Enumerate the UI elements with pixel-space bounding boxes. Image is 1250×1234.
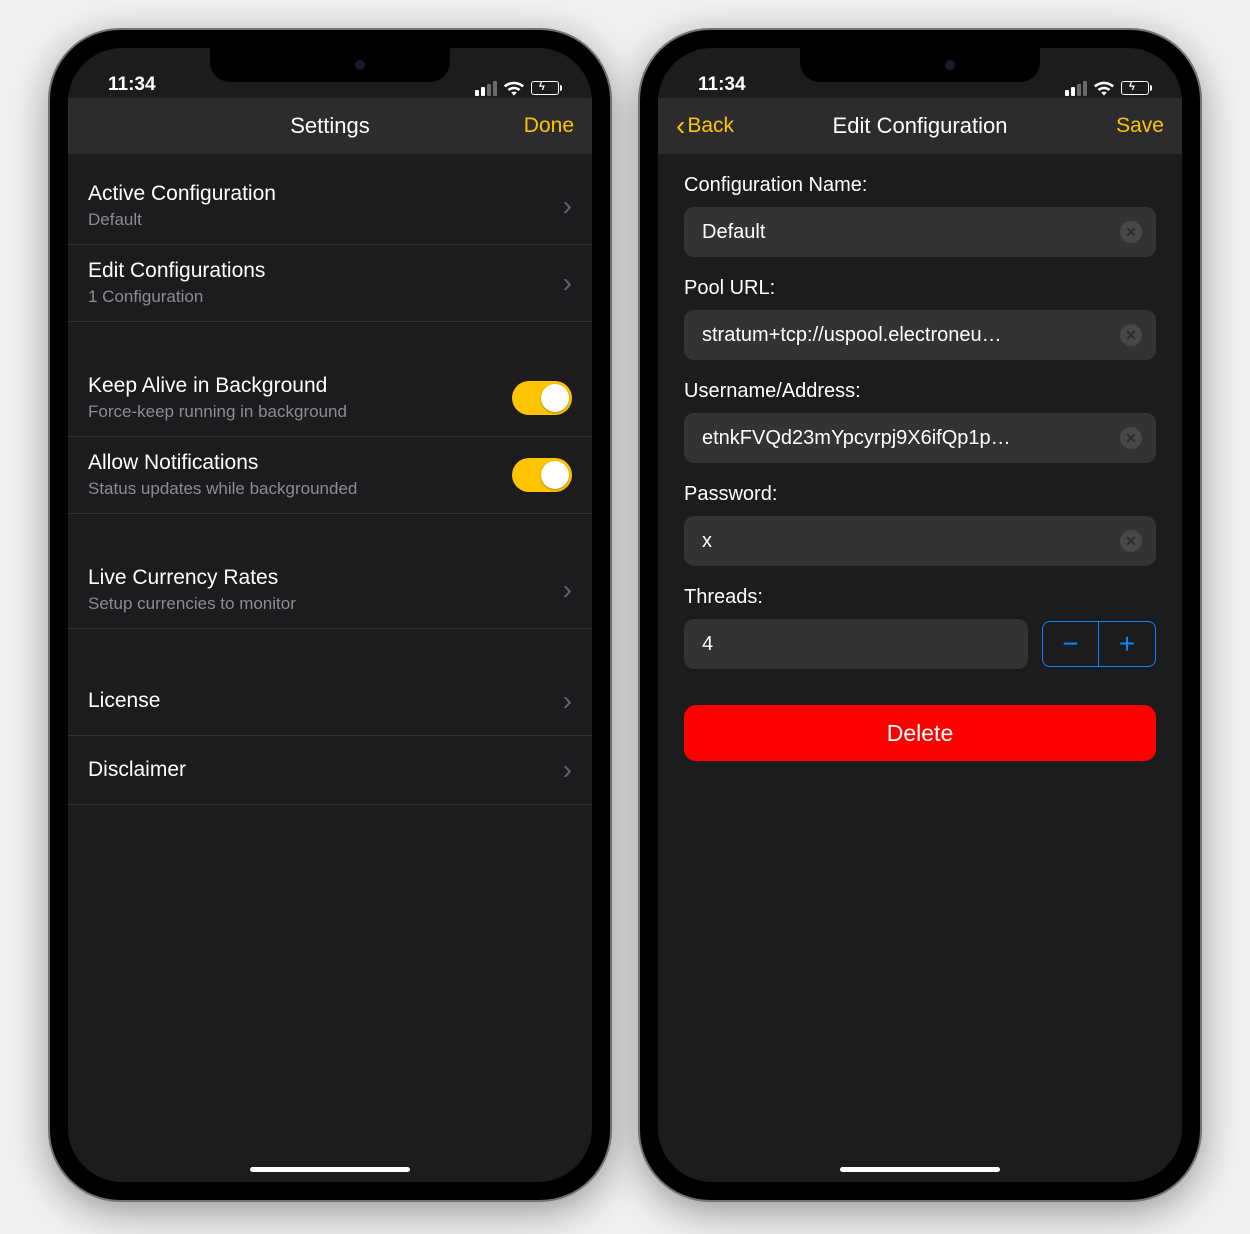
nav-title: Edit Configuration bbox=[658, 113, 1182, 139]
row-title: Live Currency Rates bbox=[88, 566, 296, 590]
clear-icon[interactable]: ✕ bbox=[1120, 221, 1142, 243]
threads-stepper: − + bbox=[1042, 621, 1156, 667]
configuration-name-label: Configuration Name: bbox=[684, 174, 1156, 197]
pool-url-label: Pool URL: bbox=[684, 277, 1156, 300]
configuration-name-input[interactable] bbox=[684, 207, 1156, 257]
row-title: Allow Notifications bbox=[88, 451, 357, 475]
username-label: Username/Address: bbox=[684, 380, 1156, 403]
back-button[interactable]: ‹ Back bbox=[676, 114, 734, 138]
row-allow-notifications: Allow Notifications Status updates while… bbox=[68, 437, 592, 514]
password-input[interactable] bbox=[684, 516, 1156, 566]
notch bbox=[210, 48, 450, 82]
keep-alive-toggle[interactable] bbox=[512, 381, 572, 415]
home-indicator[interactable] bbox=[840, 1167, 1000, 1172]
row-title: Keep Alive in Background bbox=[88, 374, 347, 398]
row-subtitle: Default bbox=[88, 210, 276, 230]
notch bbox=[800, 48, 1040, 82]
row-subtitle: Status updates while backgrounded bbox=[88, 479, 357, 499]
phone-settings: 11:34 ϟ Settings Done Active Configurati bbox=[50, 30, 610, 1200]
row-disclaimer[interactable]: Disclaimer › bbox=[68, 736, 592, 805]
status-time: 11:34 bbox=[698, 74, 746, 96]
done-button[interactable]: Done bbox=[524, 114, 574, 138]
row-keep-alive: Keep Alive in Background Force-keep runn… bbox=[68, 360, 592, 437]
row-title: License bbox=[88, 689, 160, 713]
stepper-minus-button[interactable]: − bbox=[1043, 622, 1099, 666]
nav-bar: ‹ Back Edit Configuration Save bbox=[658, 98, 1182, 154]
row-subtitle: Setup currencies to monitor bbox=[88, 594, 296, 614]
cellular-icon bbox=[1065, 81, 1087, 96]
row-title: Disclaimer bbox=[88, 758, 186, 782]
row-title: Edit Configurations bbox=[88, 259, 265, 283]
clear-icon[interactable]: ✕ bbox=[1120, 530, 1142, 552]
stepper-plus-button[interactable]: + bbox=[1099, 622, 1155, 666]
battery-icon: ϟ bbox=[1121, 81, 1152, 95]
wifi-icon bbox=[503, 80, 525, 96]
row-subtitle: 1 Configuration bbox=[88, 287, 265, 307]
save-button[interactable]: Save bbox=[1116, 114, 1164, 138]
row-active-configuration[interactable]: Active Configuration Default › bbox=[68, 168, 592, 245]
battery-icon: ϟ bbox=[531, 81, 562, 95]
row-title: Active Configuration bbox=[88, 182, 276, 206]
username-input[interactable] bbox=[684, 413, 1156, 463]
delete-button[interactable]: Delete bbox=[684, 705, 1156, 761]
password-label: Password: bbox=[684, 483, 1156, 506]
phone-edit-configuration: 11:34 ϟ ‹ Back Edit Configuration Save C… bbox=[640, 30, 1200, 1200]
pool-url-input[interactable] bbox=[684, 310, 1156, 360]
clear-icon[interactable]: ✕ bbox=[1120, 427, 1142, 449]
back-label: Back bbox=[687, 114, 734, 138]
nav-bar: Settings Done bbox=[68, 98, 592, 154]
row-license[interactable]: License › bbox=[68, 667, 592, 736]
row-edit-configurations[interactable]: Edit Configurations 1 Configuration › bbox=[68, 245, 592, 322]
nav-title: Settings bbox=[68, 113, 592, 139]
threads-input[interactable] bbox=[684, 619, 1028, 669]
threads-label: Threads: bbox=[684, 586, 1156, 609]
home-indicator[interactable] bbox=[250, 1167, 410, 1172]
row-live-currency-rates[interactable]: Live Currency Rates Setup currencies to … bbox=[68, 552, 592, 629]
notifications-toggle[interactable] bbox=[512, 458, 572, 492]
wifi-icon bbox=[1093, 80, 1115, 96]
clear-icon[interactable]: ✕ bbox=[1120, 324, 1142, 346]
row-subtitle: Force-keep running in background bbox=[88, 402, 347, 422]
cellular-icon bbox=[475, 81, 497, 96]
status-time: 11:34 bbox=[108, 74, 156, 96]
